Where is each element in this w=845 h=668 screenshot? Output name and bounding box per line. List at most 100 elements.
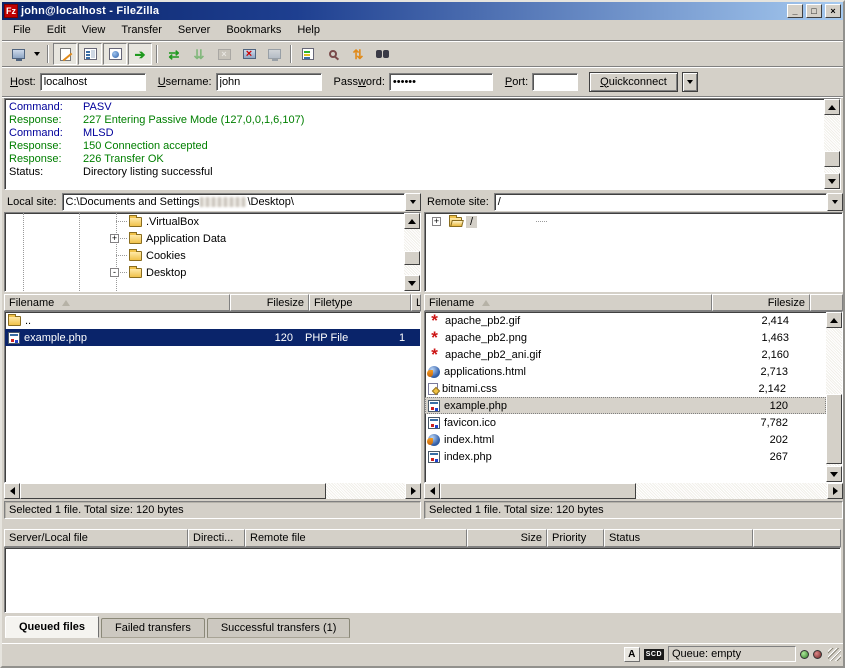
remote-hscrollbar[interactable] [424,483,843,499]
host-input[interactable] [40,73,146,91]
tree-item-desktop[interactable]: - Desktop [5,264,404,281]
directory-comparison-button[interactable] [321,43,345,65]
queue-column-size[interactable]: Size [467,529,547,547]
local-file-row[interactable]: .. [5,312,420,329]
menu-bookmarks[interactable]: Bookmarks [218,21,289,39]
menu-file[interactable]: File [5,21,39,39]
scroll-left-button[interactable] [4,483,20,499]
scroll-down-button[interactable] [404,275,420,291]
queue-column-direction[interactable]: Directi... [188,529,245,547]
queue-column-status[interactable]: Status [604,529,753,547]
local-path-before: C:\Documents and Settings [66,196,200,208]
remote-file-row[interactable]: index.html 202 [425,431,826,448]
queue-column-stub [753,529,841,547]
menu-edit[interactable]: Edit [39,21,74,39]
queue-arrow-icon: ➔ [135,48,146,61]
open-folder-icon [449,217,462,227]
remote-file-row[interactable]: applications.html 2,713 [425,363,826,380]
collapse-minus-icon[interactable]: - [110,268,119,277]
minimize-button[interactable]: _ [787,4,803,18]
local-column-filetype[interactable]: Filetype [309,294,411,311]
menu-server[interactable]: Server [170,21,218,39]
remote-file-row[interactable]: * apache_pb2_ani.gif 2,160 [425,346,826,363]
toggle-queue-button[interactable]: ➔ [128,43,152,65]
tab-failed-transfers[interactable]: Failed transfers [101,618,205,638]
queue-column-priority[interactable]: Priority [547,529,604,547]
local-path-combo[interactable]: C:\Documents and Settings\Desktop\ [62,193,405,211]
queue-column-server-local-file[interactable]: Server/Local file [4,529,188,547]
scroll-down-button[interactable] [824,173,840,189]
scroll-up-button[interactable] [404,213,420,229]
port-input[interactable] [532,73,578,91]
remote-path-dropdown[interactable] [827,193,843,211]
synchronized-browsing-button[interactable]: ⇅ [346,43,370,65]
tab-successful-transfers[interactable]: Successful transfers (1) [207,618,351,638]
menu-help[interactable]: Help [289,21,328,39]
sync-icon: ⇅ [353,48,364,61]
local-column-filesize[interactable]: Filesize [230,294,309,311]
scroll-right-button[interactable] [827,483,843,499]
local-hscrollbar[interactable] [4,483,421,499]
scrollbar-thumb[interactable] [826,394,842,464]
remote-column-filename[interactable]: Filename [424,294,712,311]
tab-queued-files[interactable]: Queued files [5,616,99,638]
username-input[interactable] [216,73,322,91]
resize-grip[interactable] [828,648,841,661]
scrollbar-thumb[interactable] [404,251,420,265]
remote-file-row[interactable]: * apache_pb2.gif 2,414 [425,312,826,329]
scroll-up-button[interactable] [826,312,842,328]
refresh-button[interactable]: ⇄ [162,43,186,65]
tree-item-virtualbox[interactable]: .VirtualBox [5,213,404,230]
local-tree-scrollbar[interactable] [404,213,420,291]
remote-list-scrollbar[interactable] [826,312,842,482]
close-button[interactable]: × [825,4,841,18]
tree-item-root[interactable]: + / [425,213,842,230]
toggle-local-tree-button[interactable] [78,43,102,65]
scroll-right-button[interactable] [405,483,421,499]
green-led-icon [800,650,809,659]
reconnect-button[interactable] [262,43,286,65]
local-column-lastmodified[interactable]: L [411,294,421,311]
site-manager-dropdown[interactable] [31,43,43,65]
maximize-button[interactable]: □ [806,4,822,18]
tree-item-application-data[interactable]: + Application Data [5,230,404,247]
queue-column-remote-file[interactable]: Remote file [245,529,467,547]
transfer-type-indicator[interactable]: A [624,647,640,662]
title-bar[interactable]: Fz john@localhost - FileZilla _ □ × [2,2,843,20]
toggle-message-log-button[interactable] [53,43,77,65]
scrollbar-thumb[interactable] [440,483,636,499]
log-scrollbar[interactable] [824,99,840,189]
remote-file-row[interactable]: favicon.ico 7,782 [425,414,826,431]
toggle-remote-tree-button[interactable] [103,43,127,65]
expand-plus-icon[interactable]: + [432,217,441,226]
tree-item-cookies[interactable]: Cookies [5,247,404,264]
scroll-left-button[interactable] [424,483,440,499]
cancel-operation-button[interactable]: × [212,43,236,65]
filezilla-logo-icon: Fz [4,4,18,18]
site-manager-button[interactable] [6,43,30,65]
find-files-button[interactable] [371,43,395,65]
local-column-filename[interactable]: Filename [4,294,230,311]
folder-icon [129,268,142,278]
directory-filters-button[interactable] [296,43,320,65]
menu-view[interactable]: View [74,21,114,39]
scrollbar-thumb[interactable] [824,151,840,167]
menu-transfer[interactable]: Transfer [113,21,170,39]
remote-file-row[interactable]: * apache_pb2.png 1,463 [425,329,826,346]
remote-file-row[interactable]: index.php 267 [425,448,826,465]
quickconnect-dropdown[interactable] [682,72,698,92]
expand-plus-icon[interactable]: + [110,234,119,243]
remote-path-combo[interactable]: / [494,193,827,211]
scrollbar-thumb[interactable] [20,483,326,499]
password-input[interactable] [389,73,493,91]
remote-file-row[interactable]: example.php 120 [425,397,826,414]
disconnect-button[interactable]: × [237,43,261,65]
quickconnect-button[interactable]: Quickconnect [589,72,678,92]
process-queue-button[interactable]: ⇊ [187,43,211,65]
scroll-down-button[interactable] [826,466,842,482]
scroll-up-button[interactable] [824,99,840,115]
local-file-row[interactable]: example.php 120 PHP File 1 [5,329,420,346]
remote-file-row[interactable]: bitnami.css 2,142 [425,380,826,397]
remote-column-filesize[interactable]: Filesize [712,294,810,311]
local-path-dropdown[interactable] [405,193,421,211]
